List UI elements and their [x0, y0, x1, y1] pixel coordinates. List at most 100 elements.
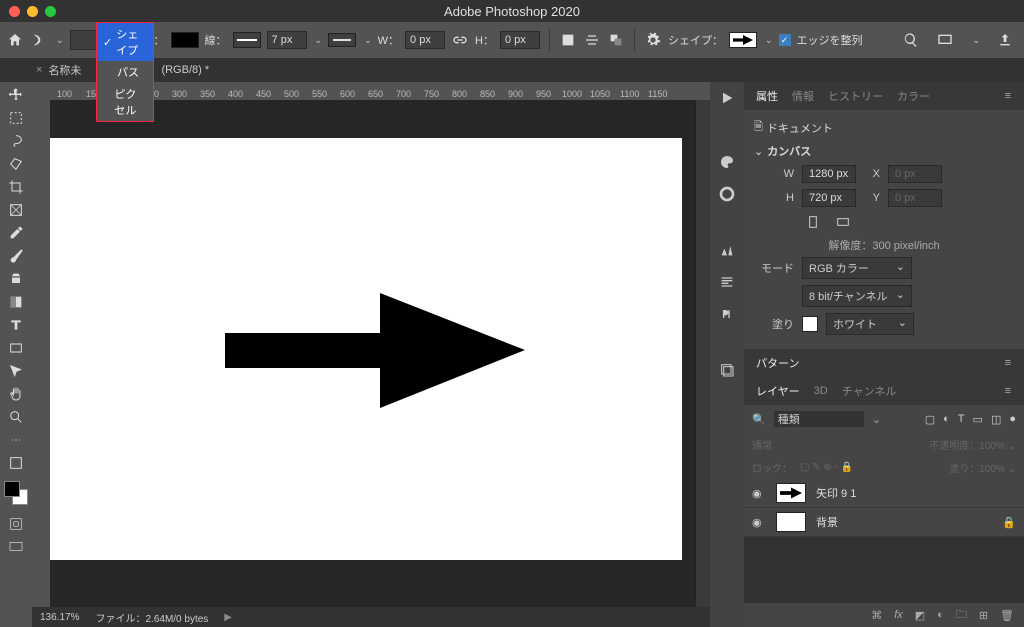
canvas-viewport[interactable] [50, 100, 695, 607]
shape-arrow[interactable]: ⌄ [765, 35, 773, 46]
stroke-swatch[interactable] [233, 32, 261, 48]
gear-icon[interactable] [644, 31, 662, 49]
path-tool[interactable] [2, 360, 30, 382]
tab-color[interactable]: カラー [897, 88, 930, 104]
eyedropper-tool[interactable] [2, 222, 30, 244]
stroke-style-select[interactable] [328, 33, 356, 47]
layer-thumb[interactable] [776, 483, 806, 503]
filter-shape-icon[interactable]: ▭ [973, 413, 983, 426]
tab-info[interactable]: 情報 [792, 88, 814, 104]
share-icon[interactable] [996, 31, 1014, 49]
rect-tool[interactable] [2, 337, 30, 359]
brushes-icon[interactable] [717, 240, 737, 260]
layer-row-arrow[interactable]: ◉ 矢印 9 1 [744, 479, 1024, 508]
path-ops-icon[interactable] [559, 31, 577, 49]
palette-icon[interactable] [717, 152, 737, 172]
bg-fill-select[interactable]: ホワイト⌄ [826, 313, 914, 335]
arrow-shape[interactable] [225, 293, 525, 408]
trash-icon[interactable]: 🗑 [1000, 609, 1014, 622]
align-icon[interactable] [583, 31, 601, 49]
layer-name[interactable]: 背景 [816, 514, 838, 530]
brush-tool[interactable] [2, 245, 30, 267]
marquee-tool[interactable] [2, 107, 30, 129]
portrait-icon[interactable] [804, 213, 822, 231]
gradient-tool[interactable] [2, 291, 30, 313]
dropdown-option-path[interactable]: パス [97, 61, 153, 83]
quickmask-icon[interactable] [2, 513, 30, 535]
align-edges-checkbox[interactable]: ✓ [779, 34, 791, 46]
shape-preview[interactable] [729, 32, 757, 48]
filter-pixel-icon[interactable]: ▢ [925, 413, 935, 426]
adjustment-icon[interactable]: ◐ [937, 609, 944, 621]
panel-menu-icon[interactable]: ≡ [1005, 357, 1012, 369]
bg-fill-swatch[interactable] [802, 316, 818, 332]
lasso-tool[interactable] [2, 130, 30, 152]
tab-pattern[interactable]: パターン [756, 355, 799, 371]
screen-mode-icon[interactable] [936, 31, 954, 49]
scrollbar-vertical[interactable] [695, 100, 710, 607]
stroke-width-field[interactable]: 7 px [267, 31, 307, 49]
panel-menu-icon[interactable]: ≡ [1005, 90, 1012, 102]
color-swatches[interactable] [4, 481, 28, 505]
frame-tool[interactable] [2, 199, 30, 221]
color-mode-select[interactable]: RGB カラー⌄ [802, 257, 912, 279]
height-field[interactable]: 0 px [500, 31, 540, 49]
layer-row-bg[interactable]: ◉ 背景 🔒 [744, 508, 1024, 537]
dropdown-option-pixel[interactable]: ピクセル [97, 83, 153, 121]
arrange-icon[interactable] [607, 31, 625, 49]
tab-3d[interactable]: 3D [814, 385, 828, 397]
document-canvas[interactable] [50, 138, 682, 560]
blend-mode-select[interactable]: 通常 [752, 437, 772, 452]
tab-history[interactable]: ヒストリー [828, 88, 883, 104]
new-layer-icon[interactable]: ⊞ [979, 609, 988, 622]
canvas-width-field[interactable]: 1280 px [802, 165, 856, 183]
search-icon[interactable] [902, 31, 920, 49]
screenmode-tool-icon[interactable] [2, 536, 30, 558]
stroke-width-arrow[interactable]: ⌄ [315, 35, 323, 46]
group-icon[interactable]: 🗀 [956, 606, 967, 625]
layers-icon[interactable] [717, 360, 737, 380]
panel-menu-icon[interactable]: ≡ [1005, 385, 1012, 397]
tab-properties[interactable]: 属性 [756, 88, 778, 104]
circle-icon[interactable] [717, 184, 737, 204]
zoom-window-button[interactable] [45, 6, 56, 17]
close-window-button[interactable] [9, 6, 20, 17]
lock-icon[interactable]: 🔒 [1002, 516, 1016, 529]
stroke-style-arrow[interactable]: ⌄ [364, 35, 372, 46]
chevron-down-icon[interactable]: ⌄ [754, 145, 763, 158]
filter-type-icon[interactable]: T [958, 413, 965, 426]
width-field[interactable]: 0 px [405, 31, 445, 49]
landscape-icon[interactable] [834, 213, 852, 231]
tool-icon[interactable] [30, 31, 48, 49]
glyphs-icon[interactable] [717, 304, 737, 324]
link-wh-icon[interactable] [451, 31, 469, 49]
layer-kind-filter[interactable] [774, 411, 864, 427]
dropdown-option-shape[interactable]: ✓ シェイプ [97, 23, 153, 61]
mask-icon[interactable]: ◩ [915, 609, 925, 622]
canvas-height-field[interactable]: 720 px [802, 189, 856, 207]
screen-mode-arrow[interactable]: ⌄ [972, 35, 980, 46]
tab-layers[interactable]: レイヤー [756, 383, 800, 399]
minimize-window-button[interactable] [27, 6, 38, 17]
filter-adjust-icon[interactable]: ◐ [943, 413, 950, 426]
eye-icon[interactable]: ◉ [752, 487, 766, 500]
tab-name[interactable]: 名称未 [48, 62, 81, 78]
fg-swatch[interactable] [4, 481, 20, 497]
crop-tool[interactable] [2, 176, 30, 198]
filter-smart-icon[interactable]: ◫ [991, 413, 1001, 426]
search-icon[interactable]: 🔍 [752, 413, 766, 426]
fx-icon[interactable]: fx [894, 609, 903, 621]
quick-select-tool[interactable] [2, 153, 30, 175]
play-icon[interactable] [717, 88, 737, 108]
type-tool[interactable] [2, 314, 30, 336]
clone-tool[interactable] [2, 268, 30, 290]
zoom-display[interactable]: 136.17% [40, 612, 79, 623]
bit-depth-select[interactable]: 8 bit/チャンネル⌄ [802, 285, 912, 307]
zoom-tool[interactable] [2, 406, 30, 428]
fill-swatch[interactable] [171, 32, 199, 48]
hand-tool[interactable] [2, 383, 30, 405]
tab-channels[interactable]: チャンネル [842, 383, 897, 399]
move-tool[interactable] [2, 84, 30, 106]
paragraph-icon[interactable] [717, 272, 737, 292]
tool-preset-arrow[interactable]: ⌄ [56, 35, 64, 46]
